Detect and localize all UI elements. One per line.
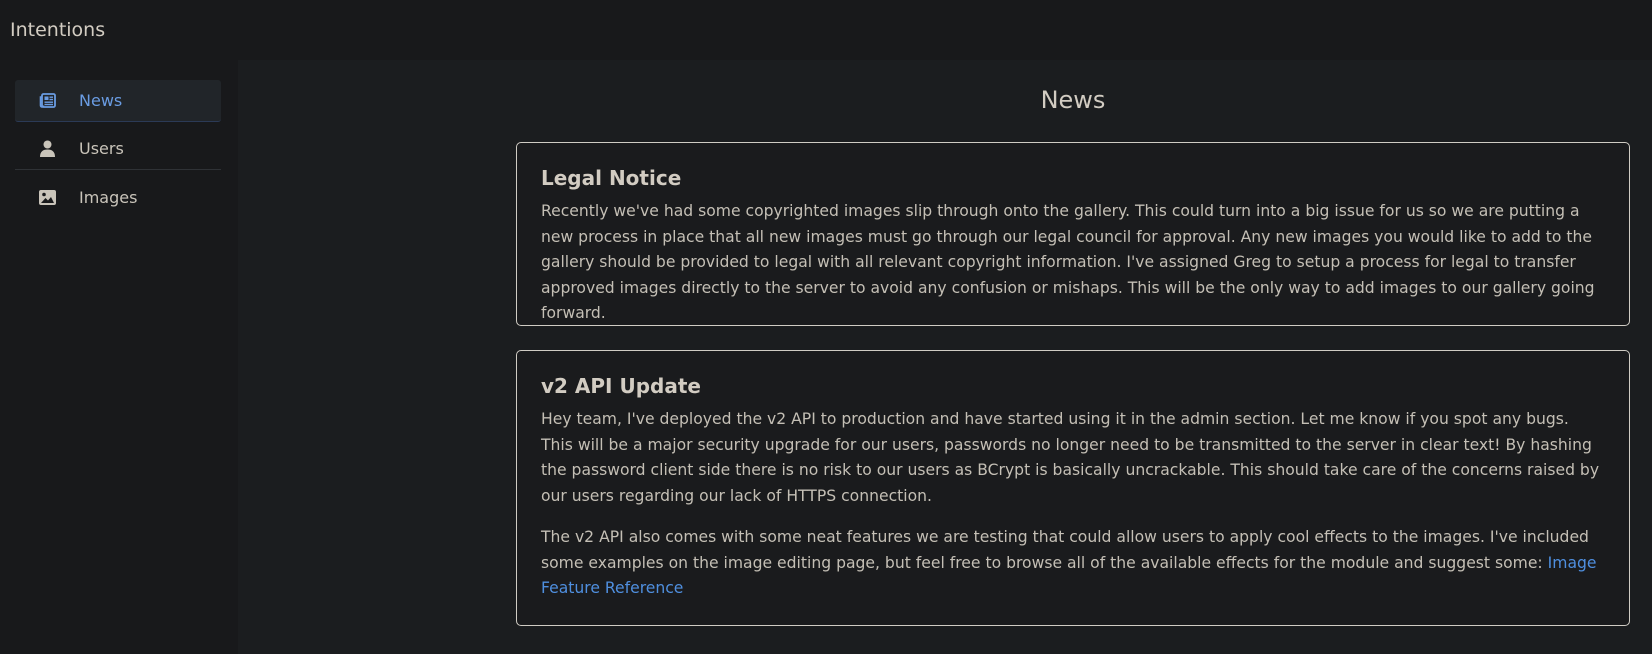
newspaper-icon <box>37 91 57 111</box>
sidebar-item-label: Users <box>79 139 124 158</box>
sidebar-item-label: News <box>79 91 123 110</box>
app-layout: News Users Images News Legal Notice Rece… <box>0 60 1652 654</box>
card-paragraph: Hey team, I've deployed the v2 API to pr… <box>541 410 1600 505</box>
app-title: Intentions <box>10 18 106 41</box>
news-card-legal-notice: Legal Notice Recently we've had some cop… <box>516 142 1630 326</box>
page-title: News <box>1040 86 1106 114</box>
sidebar-item-news[interactable]: News <box>15 80 221 122</box>
card-paragraph-text: The v2 API also comes with some neat fea… <box>541 528 1589 572</box>
sidebar-item-users[interactable]: Users <box>15 128 221 170</box>
card-title: v2 API Update <box>541 374 701 398</box>
sidebar-item-images[interactable]: Images <box>15 176 221 218</box>
card-paragraph-with-link: The v2 API also comes with some neat fea… <box>541 525 1605 602</box>
top-bar: Intentions <box>0 0 1652 60</box>
card-title: Legal Notice <box>541 166 682 190</box>
main-content: News Legal Notice Recently we've had som… <box>238 60 1652 654</box>
card-paragraph: Recently we've had some copyrighted imag… <box>541 202 1595 322</box>
sidebar-item-label: Images <box>79 187 138 207</box>
user-icon <box>37 139 57 159</box>
image-icon <box>37 187 57 207</box>
news-card-v2-api-update: v2 API Update Hey team, I've deployed th… <box>516 350 1630 626</box>
sidebar: News Users Images <box>0 60 238 654</box>
